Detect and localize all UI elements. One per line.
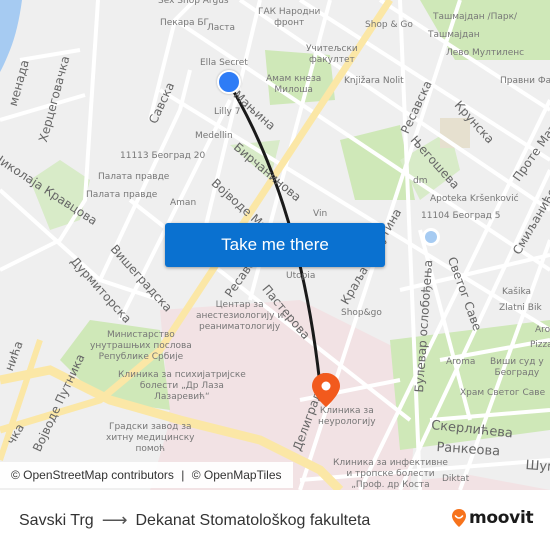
poi-utopia: Utopia [286,271,316,281]
osm-attribution-link[interactable]: © OpenStreetMap contributors [11,468,174,482]
poi-diktat: Diktat [442,474,470,484]
moovit-pin-icon [452,509,466,527]
poi-ella-secret: Ella Secret [200,58,248,68]
poi-pizza: Pizza [530,340,550,350]
poi-shop-and-go: Shop & Go [365,20,413,30]
poi-levo: Лево [446,48,470,58]
poi-zlatni-bik: Zlatni Bik [499,303,542,313]
poi-tasmajdan: Ташмајдан [428,30,480,40]
poi-palata-pravde-2: Палата правде [86,190,158,200]
poi-klinika-infektivne: Клиника за инфективне и тропске болести … [333,458,448,490]
poi-palata-pravde-1: Палата правде [98,172,170,182]
omt-attribution-link[interactable]: © OpenMapTiles [192,468,282,482]
attribution-separator: | [181,468,185,482]
take-me-there-button[interactable]: Take me there [165,223,385,267]
poi-hram-svetog-save: Храм Светог Саве [460,388,546,398]
poi-dm: dm [413,176,428,186]
poi-gradski-zavod: Градски завод за хитну медицинску помоћ [106,422,195,454]
poi-tasmajdan-park: Ташмајдан /Парк/ [433,12,518,22]
poi-pekara-bg: Пекара БГ [160,18,210,28]
destination-name: Dekanat Stomatološkog fakulteta [135,511,371,529]
origin-name: Savski Trg [19,511,94,529]
poi-shop-and-go-2: Shop&go [341,308,382,318]
poi-beograd-5: 11104 Београд 5 [421,211,501,221]
poi-lasta: Ласта [207,23,235,33]
poi-uciteljski-fakultet: Учитељски факултет [306,44,358,65]
poi-knjizara-nolit: Knjižara Nolit [344,76,404,86]
poi-kasika: Kašika [502,287,532,297]
origin-marker[interactable] [217,70,241,94]
map-attribution: © OpenStreetMap contributors | © OpenMap… [0,462,293,488]
poi-ministarstvo: Министарство унутрашњих послова Републик… [90,330,192,362]
poi-lilly: Lilly 7 [214,107,241,117]
poi-multilens: Мултиленс [472,48,525,58]
poi-aman: Aman [170,198,197,208]
poi-vin: Vin [313,209,328,219]
poi-klinika-psihijatrija: Клиника за психијатријске болести „Др Ла… [118,370,246,402]
poi-aroma-2: Aroma [446,357,476,367]
poi-gak-narodni-front: ГАК Народни фронт [258,7,321,28]
moovit-logo[interactable]: moovit [451,508,534,528]
poi-centar-anesteziologija: Центар за анестезиологију и реаниматолог… [196,300,284,332]
arrow-right-icon: ⟶ [101,510,128,530]
poi-klinika-neurologija: Клиника за неурологију [318,406,376,427]
poi-medellin: Medellin [195,131,233,141]
poi-beograd-20: 11113 Београд 20 [120,151,206,161]
poi-apoteka: Apoteka Kršenković [430,194,519,204]
moovit-wordmark: moovit [469,508,534,528]
poi-visi-sud: Виши суд у Београду [490,357,544,378]
map-view[interactable]: менада Херцеговачка Савска Николаја Крав… [0,0,550,490]
destination-marker-icon[interactable] [311,372,341,408]
poi-sex-shop-argus: Sex Shop Argus [158,0,229,6]
poi-aroma-1: Aroma [535,325,550,335]
poi-pravni-fakultet: Правни Фак [500,76,550,86]
poi-amam: Амам кнеза Милоша [266,74,322,95]
street-label-sumatovacka: Шум [524,458,550,476]
route-summary: Savski Trg ⟶ Dekanat Stomatološkog fakul… [19,510,370,531]
